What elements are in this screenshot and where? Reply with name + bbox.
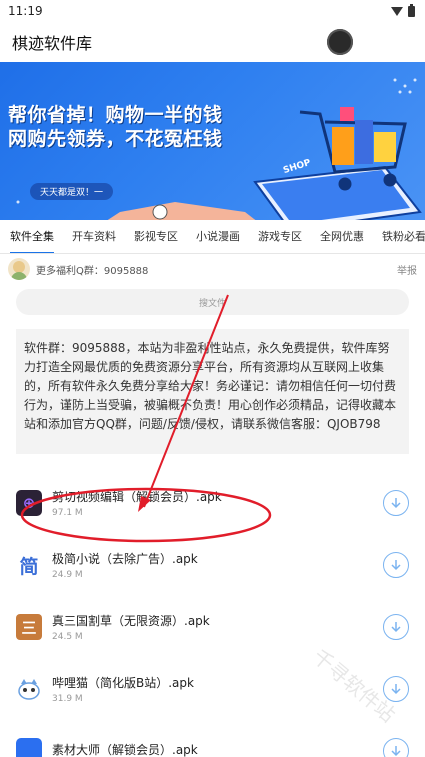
app-title: 棋迹软件库	[12, 34, 93, 53]
user-avatar[interactable]	[327, 29, 353, 55]
app-info: 极简小说（去除广告）.apk 24.9 M	[52, 550, 383, 580]
notice-avatar	[8, 258, 30, 280]
download-icon	[391, 684, 401, 695]
download-button[interactable]	[383, 490, 409, 516]
app-name: 剪切视频编辑（解锁会员）.apk	[52, 490, 222, 504]
app-info: 剪切视频编辑（解锁会员）.apk 97.1 M	[52, 488, 383, 518]
search-input[interactable]: 搜文件	[16, 289, 409, 315]
battery-icon	[408, 3, 415, 17]
notice-text: 更多福利Q群：9095888	[36, 265, 149, 277]
download-icon	[391, 560, 401, 571]
jianjian-icon: 简	[16, 552, 42, 578]
notice-row: 更多福利Q群：9095888 举报	[0, 254, 425, 284]
app-size: 97.1 M	[52, 508, 83, 518]
app-info: 真三国割草（无限资源）.apk 24.5 M	[52, 612, 383, 642]
app-list: ⊕ 剪切视频编辑（解锁会员）.apk 97.1 M 简极简小说（去除广告）.apk 24…	[0, 472, 425, 757]
banner-headline-2: 网购先领券，不花冤枉钱	[8, 128, 223, 150]
promo-banner[interactable]: 帮你省掉！购物一半的钱 网购先领券，不花冤枉钱 天天都是双！一 SHOP	[0, 62, 425, 220]
app-name: 极简小说（去除广告）.apk	[52, 552, 198, 566]
tab-4[interactable]: 游戏专区	[258, 220, 308, 253]
tab-2[interactable]: 影视专区	[134, 220, 184, 253]
banner-subtitle: 天天都是双！一	[30, 183, 114, 200]
download-button[interactable]	[383, 552, 409, 578]
phone-screen: 11:19 棋迹软件库 帮你省掉！购物一半的钱 网购先领券，不花冤枉钱 天天都是…	[0, 0, 425, 757]
app-name: 真三国割草（无限资源）.apk	[52, 614, 210, 628]
download-button[interactable]	[383, 614, 409, 640]
wifi-icon	[391, 6, 403, 16]
tab-0[interactable]: 软件全集	[10, 220, 60, 253]
app-bar: 棋迹软件库	[0, 22, 425, 62]
status-icons	[391, 3, 415, 17]
tab-1[interactable]: 开车资料	[72, 220, 122, 253]
jianqie-icon: ⊕	[16, 490, 42, 516]
announcement-box: 软件群：9095888，本站为非盈利性站点，永久免费提供，软件库努力打造全网最优…	[16, 329, 409, 454]
download-icon	[391, 498, 401, 509]
download-button[interactable]	[383, 738, 409, 757]
phone-graphic	[253, 165, 422, 220]
tab-3[interactable]: 小说漫画	[196, 220, 246, 253]
app-size: 24.9 M	[52, 570, 83, 580]
app-size: 24.5 M	[52, 632, 83, 642]
notice-left: 更多福利Q群：9095888	[8, 258, 148, 280]
app-row[interactable]: 三真三国割草（无限资源）.apk 24.5 M	[0, 596, 425, 658]
status-time: 11:19	[8, 4, 43, 18]
app-row[interactable]: 素材大师（解锁会员）.apk	[0, 720, 425, 757]
bilimao-icon	[16, 676, 42, 702]
sanguo-icon: 三	[16, 614, 42, 640]
app-row[interactable]: 简极简小说（去除广告）.apk 24.9 M	[0, 534, 425, 596]
app-info: 素材大师（解锁会员）.apk	[52, 741, 383, 757]
app-row[interactable]: ⊕ 剪切视频编辑（解锁会员）.apk 97.1 M	[0, 472, 425, 534]
sucai-icon	[16, 738, 42, 757]
download-icon	[391, 746, 401, 757]
app-name: 素材大师（解锁会员）.apk	[52, 743, 198, 757]
status-bar: 11:19	[0, 0, 425, 22]
hand-graphic	[107, 202, 256, 220]
report-link[interactable]: 举报	[397, 262, 417, 277]
banner-headline-1: 帮你省掉！购物一半的钱	[8, 104, 223, 126]
tab-6[interactable]: 铁粉必看	[382, 220, 425, 253]
download-icon	[391, 622, 401, 633]
category-tabs: 软件全集 开车资料 影视专区 小说漫画 游戏专区 全网优惠 铁粉必看	[0, 220, 425, 254]
tab-5[interactable]: 全网优惠	[320, 220, 370, 253]
app-size: 31.9 M	[52, 694, 83, 704]
